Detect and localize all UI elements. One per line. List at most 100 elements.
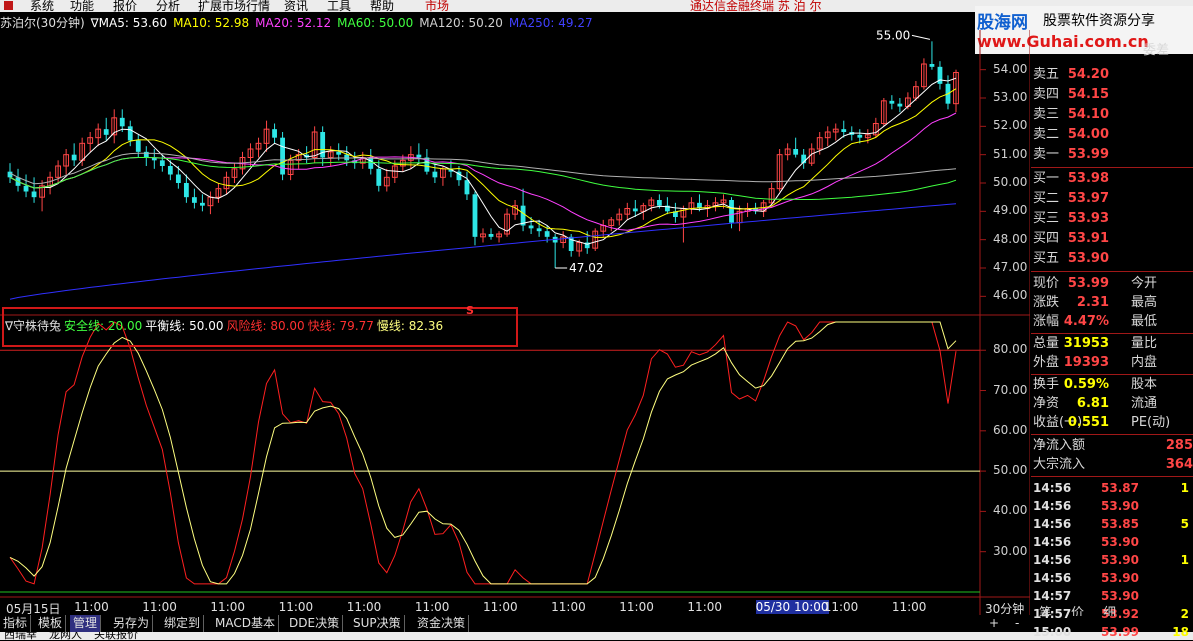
quote-footer-tab[interactable]: 笔: [1039, 607, 1052, 616]
ask-price: 53.99: [1067, 147, 1109, 162]
stat-label: 外盘: [1033, 355, 1060, 370]
stat-value: 0.59%: [1063, 377, 1109, 392]
tick-time: 14:57: [1033, 589, 1072, 603]
bid-price: 53.91: [1067, 231, 1109, 246]
bid-row[interactable]: 买四 53.91: [1031, 230, 1193, 248]
indicator-legend-item: 安全线: 20.00: [64, 319, 143, 333]
stat-label: 现价: [1033, 276, 1060, 291]
candle-body: [103, 129, 109, 135]
candle-body: [464, 180, 470, 195]
quote-separator: [1031, 333, 1193, 334]
quote-panel: 委差卖五 54.20 卖四 54.15 卖三 54.10 卖二 54.00 卖一 53.99 买一 5…: [1031, 30, 1193, 639]
sell-marker: S: [466, 304, 474, 317]
ask-row[interactable]: 卖五 54.20: [1031, 66, 1193, 84]
flow-row: 大宗流入 364: [1031, 456, 1193, 474]
tab-0[interactable]: 指标: [0, 615, 32, 632]
order-diff-label: 委差: [1143, 43, 1170, 58]
stat-row: 收益(一) 0.551 PE(动): [1031, 414, 1193, 432]
time-label: 11:00: [551, 600, 586, 614]
candle-body: [320, 132, 326, 158]
bid-price: 53.98: [1067, 171, 1109, 186]
candle-body: [71, 154, 77, 161]
tab-remove-button[interactable]: -: [1012, 615, 1022, 632]
time-label: 11:00: [278, 600, 314, 614]
stat-value: 53.99: [1067, 276, 1109, 291]
stat-label-2: 内盘: [1131, 355, 1158, 370]
tab-1[interactable]: 模板: [35, 615, 67, 632]
status-strip-item[interactable]: 关联报价: [94, 632, 138, 640]
bid-price: 53.90: [1067, 251, 1109, 266]
tick-row: 14:56 53.90: [1031, 569, 1193, 587]
time-label: 11:00: [619, 600, 654, 614]
tab-6[interactable]: DDE决策: [286, 615, 344, 632]
ask-label: 卖四: [1033, 87, 1060, 102]
ask-row[interactable]: 卖二 54.00: [1031, 126, 1193, 144]
quote-footer-tab[interactable]: 细: [1103, 607, 1116, 616]
kline-tick-label: 50.00: [993, 175, 1028, 189]
stat-label-2: 量比: [1131, 336, 1158, 351]
ask-row[interactable]: 卖四 54.15: [1031, 86, 1193, 104]
time-label: 11:00: [346, 600, 382, 614]
indicator-tick-label: 50.00: [993, 463, 1028, 478]
tab-2[interactable]: 管理: [70, 615, 102, 632]
tab-5[interactable]: MACD基本: [212, 615, 279, 632]
quote-footer-tab[interactable]: 价: [1071, 607, 1084, 616]
tab-4[interactable]: 绑定到: [161, 615, 205, 632]
flow-value: 364: [1165, 457, 1193, 472]
tab-add-button[interactable]: +: [986, 615, 1002, 632]
quote-separator: [1031, 167, 1193, 168]
stat-value: 4.47%: [1063, 314, 1109, 329]
quote-separator: [1031, 271, 1193, 272]
stat-label-2: 最高: [1131, 295, 1158, 310]
bid-row[interactable]: 买二 53.97: [1031, 190, 1193, 208]
bid-price: 53.93: [1067, 211, 1109, 226]
tab-3[interactable]: 另存为: [110, 615, 154, 632]
candle-body: [31, 191, 37, 198]
indicator-legend-item: 快线: 79.77: [307, 319, 374, 333]
logo-sub: 股票软件资源分享: [1043, 13, 1155, 29]
ask-row[interactable]: 卖三 54.10: [1031, 106, 1193, 124]
stat-row: 涨幅 4.47% 最低: [1031, 313, 1193, 331]
status-strip-item[interactable]: 龙网人: [49, 632, 82, 640]
stat-row: 净资 6.81 流通: [1031, 395, 1193, 413]
ma250-line: [9, 203, 957, 300]
ask-row[interactable]: 卖一 53.99: [1031, 146, 1193, 164]
stat-value: 2.31: [1076, 295, 1109, 310]
low-label: 47.02: [569, 261, 603, 275]
indicator-name[interactable]: ∇守株待兔: [5, 319, 61, 333]
quote-separator: [1031, 476, 1193, 477]
tab-7[interactable]: SUP决策: [350, 615, 405, 632]
high-pointer: [911, 34, 931, 40]
candle-body: [376, 168, 382, 186]
kline-tick-label: 54.00: [993, 61, 1028, 76]
tick-volume: 18: [1172, 625, 1189, 639]
candle-body: [175, 174, 181, 183]
indicator-tick-label: 80.00: [993, 342, 1028, 357]
bid-row[interactable]: 买三 53.93: [1031, 210, 1193, 228]
candle-body: [127, 126, 133, 141]
stat-label-2: 今开: [1131, 276, 1158, 291]
bottom-tabs: 指标 模板 管理 另存为 绑定到 MACD基本 DDE决策 SUP决策 资金决策 + -: [0, 615, 1030, 632]
candle-body: [143, 151, 149, 158]
kline-tick-label: 51.00: [993, 146, 1028, 161]
ask-label: 卖一: [1033, 147, 1060, 162]
time-label: 11:00: [210, 600, 246, 614]
ask-price: 54.20: [1067, 67, 1109, 82]
stat-label: 换手: [1033, 377, 1060, 392]
bid-row[interactable]: 买一 53.98: [1031, 170, 1193, 188]
status-strip-item[interactable]: 西瑞幸: [4, 632, 37, 640]
status-strip: 西瑞幸 龙网人 关联报价: [0, 632, 1193, 640]
tab-8[interactable]: 资金决策: [414, 615, 470, 632]
ask-label: 卖二: [1033, 127, 1060, 142]
time-label: 05/30 10:00: [755, 600, 829, 614]
kline-tick-label: 48.00: [993, 231, 1028, 246]
bid-row[interactable]: 买五 53.90: [1031, 250, 1193, 268]
candle-body: [889, 100, 895, 104]
stat-value: 19393: [1063, 355, 1109, 370]
candle-body: [272, 129, 277, 138]
bid-label: 买四: [1033, 231, 1060, 246]
tick-time: 14:56: [1033, 481, 1072, 495]
kline-tick-label: 52.00: [993, 118, 1028, 133]
tick-price: 53.99: [1101, 625, 1139, 639]
tick-time: 14:56: [1033, 535, 1072, 549]
